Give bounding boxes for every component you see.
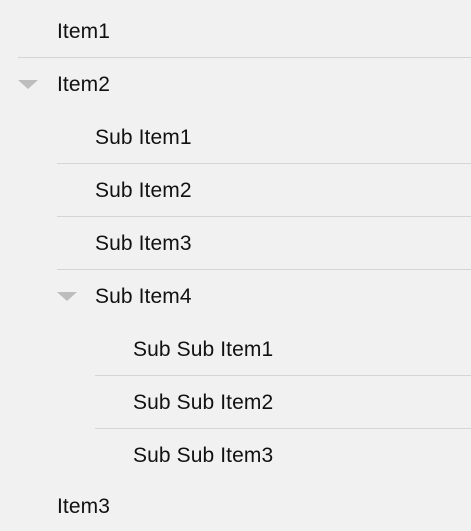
tree-item-label: Sub Item2 (95, 178, 192, 202)
tree-item-sub-item1[interactable]: Sub Item1 (0, 111, 471, 164)
expand-caret-icon[interactable] (18, 79, 38, 89)
tree-item-label: Sub Item3 (95, 231, 192, 255)
tree-item-item2[interactable]: Item2 (0, 58, 471, 111)
expand-caret-icon[interactable] (57, 291, 77, 301)
tree-item-label: Sub Sub Item3 (133, 443, 274, 467)
tree-item-label: Sub Item4 (95, 284, 192, 308)
tree-item-sub-sub-item3[interactable]: Sub Sub Item3 (0, 429, 471, 482)
tree-item-item3[interactable]: Item3 (0, 482, 471, 531)
tree-view: Item1 Item2 Sub Item1 Sub Item2 Sub Item… (0, 0, 471, 531)
tree-item-sub-sub-item1[interactable]: Sub Sub Item1 (0, 323, 471, 376)
tree-item-sub-item3[interactable]: Sub Item3 (0, 217, 471, 270)
tree-item-sub-item2[interactable]: Sub Item2 (0, 164, 471, 217)
tree-item-sub-item4[interactable]: Sub Item4 (0, 270, 471, 323)
tree-item-label: Sub Sub Item1 (133, 337, 274, 361)
tree-item-label: Sub Item1 (95, 125, 192, 149)
tree-item-label: Item1 (57, 19, 111, 43)
tree-item-label: Item2 (57, 72, 111, 96)
tree-item-label: Item3 (57, 494, 111, 518)
tree-item-sub-sub-item2[interactable]: Sub Sub Item2 (0, 376, 471, 429)
tree-item-label: Sub Sub Item2 (133, 390, 274, 414)
tree-item-item1[interactable]: Item1 (0, 5, 471, 58)
